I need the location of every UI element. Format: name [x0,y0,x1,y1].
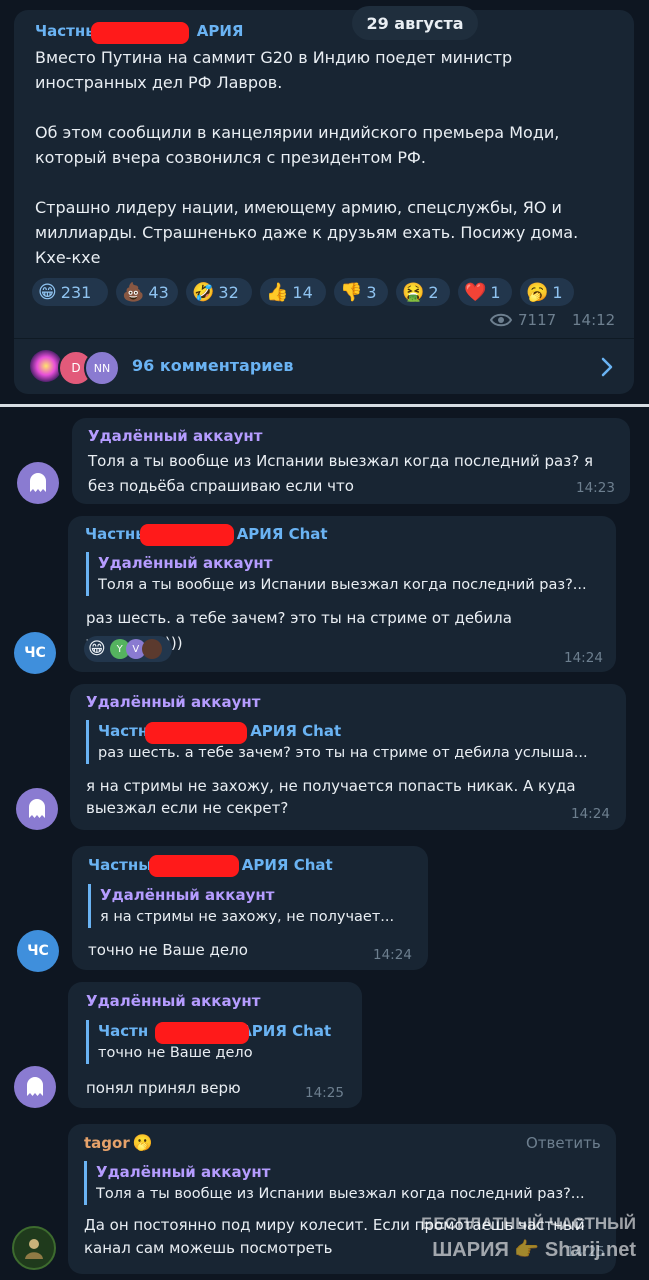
comments-divider [14,338,634,339]
reply-text: Толя а ты вообще из Испании выезжал когд… [98,577,587,593]
reply-quote[interactable]: Удалённый аккаунт Толя а ты вообще из Ис… [86,552,618,596]
avatar-deleted-account[interactable] [17,462,59,504]
reaction-nauseated[interactable]: 🤮 2 [396,278,450,306]
message-text: точно не Ваше дело [88,941,248,959]
ghost-icon [29,799,45,818]
views-counter: 7117 [490,311,556,329]
chevron-right-icon[interactable] [600,357,614,377]
reaction-grin[interactable]: 😁 231 [32,278,108,306]
redaction-mark [140,524,234,546]
message-reaction[interactable]: 😁 Y V [84,636,172,662]
post-time: 14:12 [572,311,616,329]
eye-icon [490,313,512,327]
message-author[interactable]: Удалённый аккаунт [86,992,260,1010]
heart-emoji: ❤️ [464,281,487,303]
date-badge-text: 29 августа [366,13,464,33]
reaction-poo[interactable]: 💩 43 [116,278,178,306]
reaction-rofl[interactable]: 🤣 32 [186,278,252,306]
avatar-chat-channel[interactable]: ЧС [17,930,59,972]
reply-text: Толя а ты вообще из Испании выезжал когд… [96,1186,585,1202]
reply-author: Удалённый аккаунт [98,554,273,572]
message-time: 14:23 [576,480,615,496]
watermark: БЕСПЛАТНЫЙ ЧАСТНЫЙ ШАРИЯ 👉 Sharij.net [414,1212,636,1264]
message-time: 14:24 [373,947,412,963]
date-badge: 29 августа [352,6,478,40]
message-time: 14:24 [571,806,610,822]
redaction-mark [91,22,189,44]
message-time: 14:25 [305,1085,344,1101]
message-author[interactable]: Удалённый аккаунт [88,427,262,445]
reply-author: Удалённый аккаунт [96,1163,271,1181]
reaction-thumbs-up[interactable]: 👍 14 [260,278,326,306]
thumbs-down-emoji: 👎 [340,281,363,303]
avatar-deleted-account[interactable] [14,1066,56,1108]
purple-face-emoji: 🫢 [132,1133,153,1152]
reply-text: точно не Ваше дело [98,1045,253,1061]
pointing-hand-icon: 👉 [514,1239,540,1261]
avatar-deleted-account[interactable] [16,788,58,830]
message-author[interactable]: tagor 🫢 [84,1133,153,1152]
reactor-avatar-photo [141,639,162,659]
comments-label[interactable]: 96 комментариев [132,356,293,375]
reply-quote[interactable]: Удалённый аккаунт я на стримы не захожу,… [88,884,420,928]
yawn-emoji: 🥱 [526,281,549,303]
message-text: понял принял верю [86,1079,241,1097]
screenshot-separator [0,404,649,407]
avatar-chat-channel[interactable]: ЧС [14,632,56,674]
message-author[interactable]: Удалённый аккаунт [86,693,260,711]
watermark-line1: БЕСПЛАТНЫЙ ЧАСТНЫЙ [421,1214,636,1233]
commenter-avatar-nn: NN [84,350,120,386]
reaction-yawn[interactable]: 🥱 1 [520,278,574,306]
reaction-heart[interactable]: ❤️ 1 [458,278,512,306]
rofl-emoji: 🤣 [192,281,215,303]
redaction-mark [149,855,239,877]
ghost-icon [27,1077,43,1096]
grin-emoji: 😁 [88,639,106,659]
message-time: 14:24 [564,650,603,666]
reply-author: Удалённый аккаунт [100,886,275,904]
grin-emoji: 😁 [38,281,57,303]
post-text: Вместо Путина на саммит G20 в Индию поед… [35,48,579,267]
watermark-line2: ШАРИЯ 👉 Sharij.net [432,1239,636,1261]
reply-quote[interactable]: Удалённый аккаунт Толя а ты вообще из Ис… [84,1161,618,1205]
poo-emoji: 💩 [122,281,145,303]
redaction-mark [145,722,247,744]
reaction-thumbs-down[interactable]: 👎 3 [334,278,388,306]
reply-action-button[interactable]: Ответить [526,1134,601,1152]
ghost-icon [30,473,46,492]
thumbs-up-emoji: 👍 [266,281,289,303]
message-text: Толя а ты вообще из Испании выезжал когд… [88,452,593,495]
redaction-mark [155,1022,249,1044]
avatar-tagor[interactable] [12,1226,56,1270]
message-text: я на стримы не захожу, не получается поп… [86,777,576,817]
reply-text: я на стримы не захожу, не получает... [100,909,395,925]
warrior-icon [25,1239,43,1259]
nauseated-emoji: 🤮 [402,281,425,303]
reply-text: раз шесть. а тебе зачем? это ты на стрим… [98,745,588,761]
